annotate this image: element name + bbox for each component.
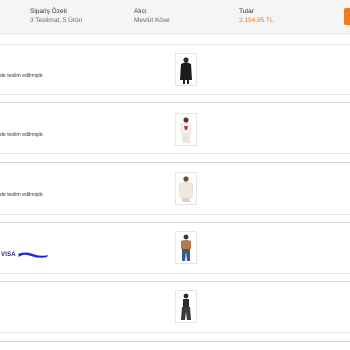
product-thumbnail[interactable] <box>175 231 197 264</box>
product-image-camel-top-jeans <box>181 234 191 261</box>
order-summary-header: Sipariş Özeti 3 Teslimat, 5 Ürün Alıcı M… <box>0 0 350 34</box>
delivery-status-text: de teslim edilmiştir. <box>0 73 44 79</box>
product-image-white-blouse <box>180 117 192 143</box>
amount-column: Tutar 2.194,95 TL <box>239 7 274 25</box>
amount-label: Tutar <box>239 8 254 15</box>
shipment-divider <box>0 281 350 282</box>
product-thumbnail[interactable] <box>175 172 197 205</box>
shipment-divider <box>0 162 350 163</box>
delivery-status-text: de teslim edilmiştir. <box>0 132 44 138</box>
shipment-divider <box>0 273 350 274</box>
buyer-label: Alıcı <box>134 8 147 15</box>
buyer-value: Mevlüt Köse <box>134 17 170 24</box>
order-action-button[interactable] <box>344 8 350 25</box>
shipment-divider <box>0 102 350 103</box>
amount-value: 2.194,95 TL <box>239 17 274 24</box>
product-image-cream-sweater <box>178 176 194 202</box>
shipment-divider <box>0 332 350 333</box>
shipment-divider <box>0 222 350 223</box>
buyer-column: Alıcı Mevlüt Köse <box>134 7 170 25</box>
visa-logo: VISA <box>1 252 16 258</box>
shipment-divider <box>0 44 350 45</box>
delivery-status-text: de teslim edilmiştir. <box>0 192 44 198</box>
product-image-dark-outfit <box>181 293 191 320</box>
summary-label: Sipariş Özeti <box>30 8 67 15</box>
redaction-scribble-icon <box>18 252 48 258</box>
product-thumbnail[interactable] <box>175 53 197 86</box>
product-thumbnail[interactable] <box>175 113 197 146</box>
shipment-divider <box>0 153 350 154</box>
summary-column: Sipariş Özeti 3 Teslimat, 5 Ürün <box>30 7 82 25</box>
shipment-divider <box>0 214 350 215</box>
product-image-black-jacket <box>180 57 192 84</box>
shipment-divider <box>0 341 350 342</box>
product-thumbnail[interactable] <box>175 290 197 323</box>
shipment-divider <box>0 94 350 95</box>
summary-value: 3 Teslimat, 5 Ürün <box>30 17 83 24</box>
